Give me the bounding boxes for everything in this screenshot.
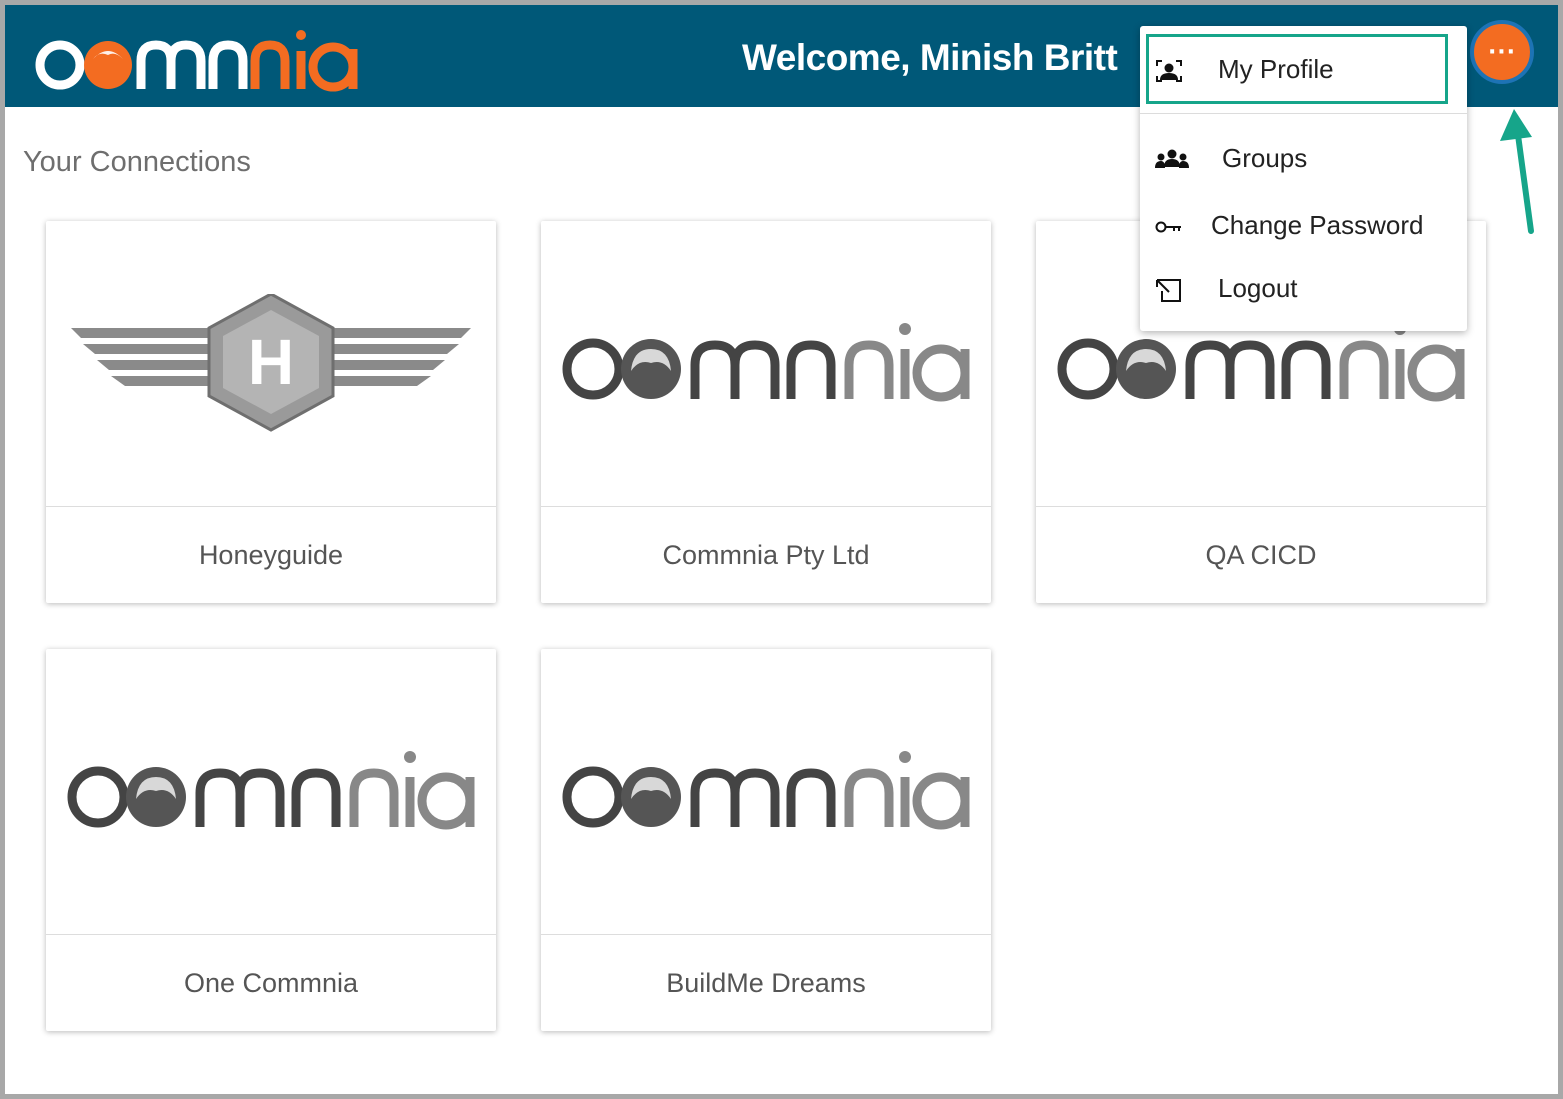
profile-icon: [1156, 60, 1182, 82]
menu-item-label: My Profile: [1218, 54, 1334, 84]
logout-icon: [1156, 279, 1181, 302]
card-image: [541, 649, 991, 934]
annotation-arrow-icon: [1500, 109, 1534, 234]
commnia-logo[interactable]: [29, 21, 359, 97]
commnia-logo: [67, 750, 475, 829]
user-dropdown-menu: My Profile Groups Change Password Logout: [1140, 26, 1467, 331]
commnia-logo: [1057, 322, 1465, 401]
menu-item-label: Change Password: [1211, 210, 1424, 240]
svg-text:H: H: [248, 326, 294, 398]
menu-item-change-password[interactable]: Change Password: [1140, 196, 1467, 256]
card-name: Honeyguide: [198, 539, 344, 570]
card-image: [46, 649, 496, 934]
section-title: Your Connections: [23, 146, 251, 178]
card-name: BuildMe Dreams: [666, 967, 866, 998]
connection-card-buildme-dreams[interactable]: BuildMe Dreams: [541, 649, 991, 1031]
user-menu-button[interactable]: ···: [1470, 20, 1534, 84]
honeyguide-logo: H: [71, 293, 471, 432]
connection-card-commnia-pty-ltd[interactable]: Commnia Pty Ltd: [541, 221, 991, 603]
commnia-logo: [562, 750, 970, 829]
menu-item-my-profile[interactable]: My Profile: [1140, 40, 1467, 100]
card-image: H: [46, 221, 496, 506]
menu-item-logout[interactable]: Logout: [1140, 259, 1467, 319]
groups-icon: [1155, 149, 1189, 168]
card-name: QA CICD: [1205, 539, 1317, 570]
card-name: Commnia Pty Ltd: [662, 539, 870, 570]
key-icon: [1155, 221, 1181, 233]
welcome-message: Welcome, Minish Britt: [742, 37, 1118, 78]
card-name: One Commnia: [183, 967, 359, 998]
menu-item-label: Groups: [1222, 143, 1308, 173]
connection-card-one-commnia[interactable]: One Commnia: [46, 649, 496, 1031]
menu-item-groups[interactable]: Groups: [1140, 129, 1467, 189]
card-image: [541, 221, 991, 506]
commnia-logo: [562, 322, 970, 401]
menu-divider: [1140, 113, 1467, 114]
connection-card-honeyguide[interactable]: H Honeyguide: [46, 221, 496, 603]
menu-item-label: Logout: [1218, 273, 1298, 303]
more-dots-icon: ···: [1487, 39, 1517, 65]
